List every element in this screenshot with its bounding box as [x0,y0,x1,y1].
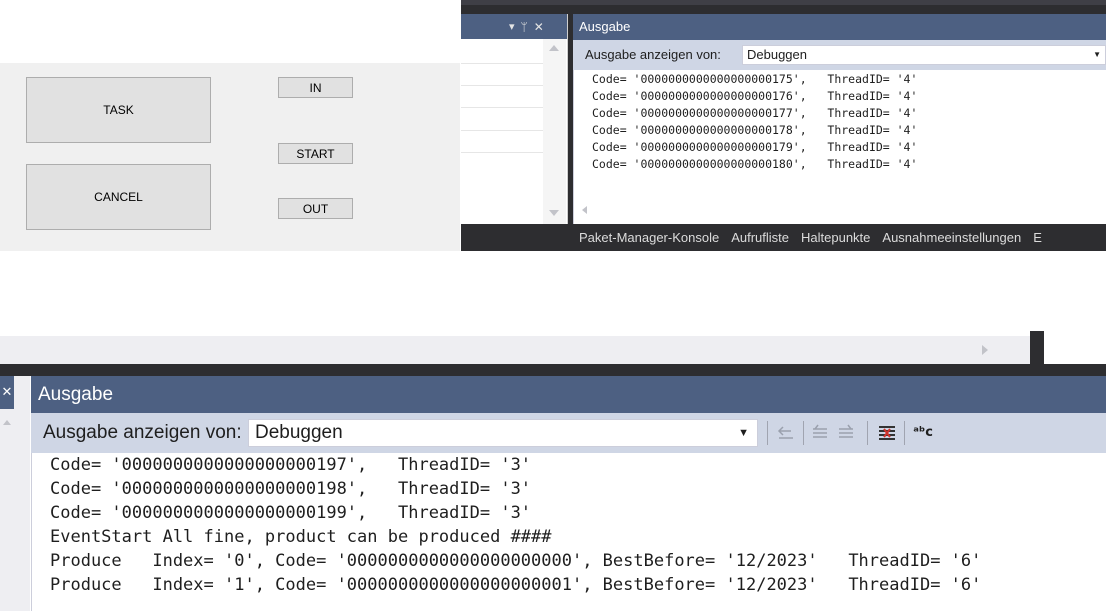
toggle-word-wrap-icon[interactable]: ᵃᵇc [912,421,934,445]
output-line: Code= '0000000000000000000178', ThreadID… [592,123,918,137]
chevron-down-icon[interactable]: ▼ [738,420,749,446]
output-source-value: Debuggen [747,47,807,62]
left-side-panel: ✕ [0,376,30,611]
close-icon[interactable]: ✕ [534,20,544,34]
task-button[interactable]: TASK [26,77,211,143]
go-to-next-icon[interactable] [835,421,857,445]
list-divider [461,152,543,153]
blank-area [1044,331,1106,364]
go-to-previous-message-icon[interactable] [775,421,797,445]
tab-truncated[interactable]: E [1027,230,1048,245]
panel-title-icons: ▾ ᛘ ✕ [509,14,544,39]
show-output-from-label: Ausgabe anzeigen von: [585,47,721,62]
output-line: Code= '0000000000000000000198', ThreadID… [50,479,532,499]
tab-exception-settings[interactable]: Ausnahmeeinstellungen [876,230,1027,245]
go-to-previous-icon[interactable] [809,421,831,445]
output-line: Code= '0000000000000000000180', ThreadID… [592,157,918,171]
scroll-up-icon[interactable] [3,420,11,425]
toolbar-separator [904,421,905,445]
output-line: Produce Index= '0', Code= '0000000000000… [50,551,982,571]
output-line: EventStart All fine, product can be prod… [50,527,552,547]
toolbar-separator [767,421,768,445]
output-source-value: Debuggen [255,422,343,443]
output-source-select[interactable]: Debuggen ▼ [742,45,1106,65]
output-toolbar: Ausgabe anzeigen von: Debuggen ▼ ᵃᵇc [31,413,1106,453]
scroll-left-icon[interactable] [582,206,587,214]
output-line: Produce Index= '1', Code= '0000000000000… [50,575,982,595]
output-text-area[interactable]: Code= '0000000000000000000175', ThreadID… [573,70,1106,224]
output-line: Code= '0000000000000000000199', ThreadID… [50,503,532,523]
show-output-from-label: Ausgabe anzeigen von: [43,422,242,443]
tab-breakpoints[interactable]: Haltepunkte [795,230,876,245]
winforms-panel: TASK CANCEL IN START OUT [0,63,460,251]
output-line: Code= '0000000000000000000175', ThreadID… [592,72,918,86]
scroll-down-icon[interactable] [549,210,559,216]
tab-package-manager-console[interactable]: Paket-Manager-Konsole [573,230,725,245]
start-button[interactable]: START [278,143,353,164]
window-top-strip [461,0,1106,5]
output-source-select[interactable]: Debuggen ▼ [248,419,758,447]
output-text-area[interactable]: Code= '0000000000000000000197', ThreadID… [31,453,1106,611]
toolbar-separator [867,421,868,445]
scroll-up-icon[interactable] [549,45,559,51]
scroll-right-icon[interactable] [982,345,988,355]
in-button[interactable]: IN [278,77,353,98]
output-line: Code= '0000000000000000000176', ThreadID… [592,89,918,103]
pin-icon[interactable]: ᛘ [521,20,528,34]
list-divider [461,107,543,108]
cancel-button[interactable]: CANCEL [26,164,211,230]
vs-top-window: ▾ ᛘ ✕ Ausgabe Ausgabe anzeigen von: Debu… [461,0,1106,251]
output-line: Code= '0000000000000000000177', ThreadID… [592,106,918,120]
bottom-tool-tabs: Paket-Manager-Konsole Aufrufliste Haltep… [573,224,1106,251]
panel-separator-bar [0,364,1106,376]
clear-all-icon[interactable] [876,421,898,445]
list-divider [461,130,543,131]
close-icon[interactable]: ✕ [0,376,14,409]
output-line: Code= '0000000000000000000197', ThreadID… [50,455,532,475]
chevron-down-icon[interactable]: ▼ [1093,46,1101,64]
chevron-down-icon[interactable]: ▾ [509,20,515,33]
toolbar-separator [803,421,804,445]
output-title: Ausgabe [573,14,1106,40]
output-title: Ausgabe [31,376,1106,413]
output-toolbar: Ausgabe anzeigen von: Debuggen ▼ [573,40,1106,70]
list-divider [461,85,543,86]
tab-call-stack[interactable]: Aufrufliste [725,230,795,245]
output-line: Code= '0000000000000000000179', ThreadID… [592,140,918,154]
editor-horizontal-scrollbar[interactable] [0,336,1030,364]
out-button[interactable]: OUT [278,198,353,219]
panel-bottom-bar [461,224,573,251]
output-window-top: Ausgabe Ausgabe anzeigen von: Debuggen ▼… [573,14,1106,251]
list-divider [461,63,543,64]
output-window-bottom: Ausgabe Ausgabe anzeigen von: Debuggen ▼… [31,376,1106,611]
vertical-scrollbar[interactable] [543,39,566,224]
